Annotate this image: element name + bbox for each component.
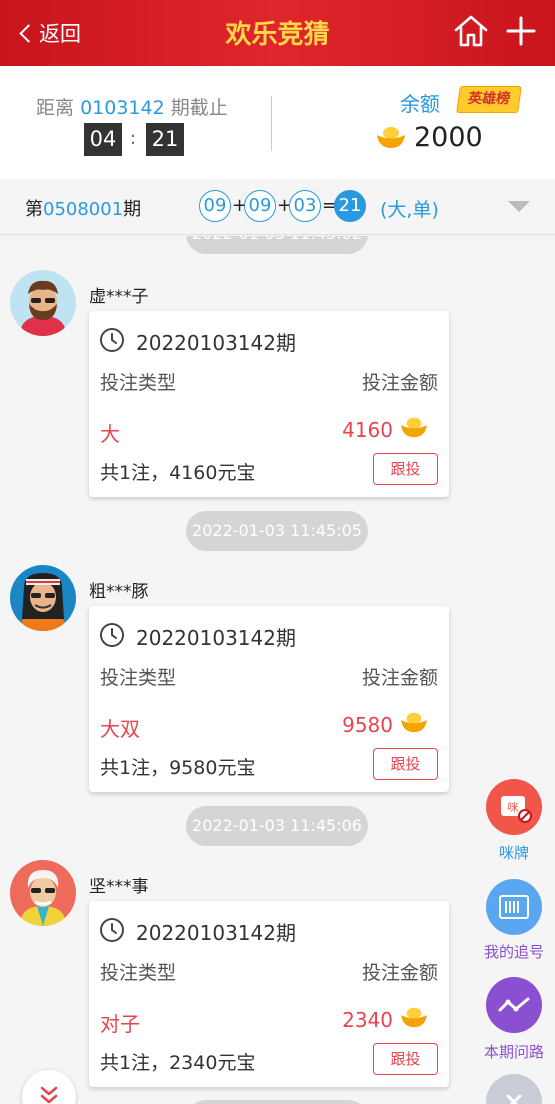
avatar[interactable]: [10, 270, 76, 336]
bet-amount: 4160: [342, 418, 393, 442]
period-prefix: 第: [25, 199, 43, 220]
result-sum-ball: 21: [334, 190, 366, 222]
bet-type-header: 投注类型: [100, 667, 177, 689]
my-tracking-label[interactable]: 我的追号: [474, 941, 554, 962]
follow-bet-button[interactable]: 跟投: [373, 453, 438, 485]
bet-type: 对子: [100, 1012, 140, 1036]
follow-bet-button[interactable]: 跟投: [373, 1043, 438, 1075]
bet-issue: 20220103142期: [136, 331, 296, 355]
bet-type: 大双: [100, 717, 140, 741]
timestamp-pill: 2022-01-03 11:45:06: [186, 806, 368, 846]
clock-icon: [100, 328, 124, 352]
trend-icon: [498, 997, 530, 1012]
ingot-icon: [377, 127, 405, 148]
back-button[interactable]: 返回: [16, 16, 81, 50]
ticket-icon: [499, 895, 529, 919]
avatar[interactable]: [10, 565, 76, 631]
chevron-left-icon: [19, 23, 38, 43]
ingot-icon: [401, 712, 427, 733]
card-icon: 咪: [501, 796, 532, 823]
bet-amount: 9580: [342, 713, 393, 737]
bet-summary: 共1注，2340元宝: [100, 1052, 256, 1074]
bet-amount-header: 投注金额: [361, 667, 438, 689]
triangle-down-icon[interactable]: [508, 201, 530, 212]
countdown-minutes: 04: [84, 123, 122, 156]
double-chevron-down-icon: [40, 1086, 58, 1104]
clock-icon: [100, 623, 124, 647]
divider: [271, 96, 272, 151]
close-icon: [506, 1094, 522, 1104]
info-panel: 距离 0103142 期截止 04 : 21 余额 英雄榜 2000: [0, 66, 555, 179]
avatar[interactable]: [10, 860, 76, 926]
follow-bet-button[interactable]: 跟投: [373, 748, 438, 780]
bet-issue: 20220103142期: [136, 921, 296, 945]
home-icon[interactable]: [453, 13, 489, 49]
username: 粗***豚: [89, 582, 149, 602]
last-period-bar[interactable]: 第0508001期 09 + 09 + 03 = 21 (大,单): [0, 179, 555, 235]
mipai-button[interactable]: 咪: [486, 779, 542, 835]
chat-feed[interactable]: 2022-01-03 11:45:02 虚***子 20220103142期 投…: [0, 236, 555, 1104]
my-tracking-button[interactable]: [486, 879, 542, 935]
close-floating-button[interactable]: [486, 1074, 542, 1104]
bet-issue: 20220103142期: [136, 626, 296, 650]
username: 坚***事: [89, 877, 149, 897]
ingot-icon: [401, 417, 427, 438]
bet-card: 20220103142期 投注类型 投注金额 大 4160 共1注，4160元宝…: [89, 311, 449, 497]
deadline-issue: 0103142: [80, 97, 165, 119]
bet-card: 20220103142期 投注类型 投注金额 大双 9580 共1注，9580元…: [89, 606, 449, 792]
bet-type-header: 投注类型: [100, 372, 177, 394]
deadline-text: 距离 0103142 期截止: [36, 93, 228, 120]
countdown-seconds: 21: [146, 123, 184, 156]
result-ball: 03: [289, 190, 321, 222]
bet-type-header: 投注类型: [100, 962, 177, 984]
bet-amount-header: 投注金额: [361, 372, 438, 394]
timestamp-pill: [186, 1100, 368, 1104]
scroll-down-button[interactable]: [22, 1070, 76, 1104]
this-issue-button[interactable]: [486, 977, 542, 1033]
result-ball: 09: [199, 190, 231, 222]
deadline-prefix: 距离: [36, 97, 75, 119]
timestamp-pill: 2022-01-03 11:45:02: [186, 236, 368, 254]
username: 虚***子: [89, 287, 149, 307]
period-issue: 0508001: [43, 199, 124, 220]
clock-icon: [100, 918, 124, 942]
balance-label: 余额: [400, 92, 440, 116]
timestamp-pill: 2022-01-03 11:45:05: [186, 511, 368, 551]
this-issue-label[interactable]: 本期问路: [474, 1041, 554, 1062]
hero-board-button[interactable]: 英雄榜: [456, 86, 522, 113]
svg-text:咪: 咪: [508, 801, 519, 814]
plus-icon[interactable]: [503, 13, 539, 49]
mipai-label[interactable]: 咪牌: [474, 842, 554, 863]
bet-amount-header: 投注金额: [361, 962, 438, 984]
period-label: 第0508001期: [25, 195, 141, 221]
countdown-colon: :: [130, 128, 137, 149]
result-ball: 09: [244, 190, 276, 222]
deadline-suffix: 期截止: [170, 97, 228, 119]
ingot-icon: [401, 1007, 427, 1028]
bet-card: 20220103142期 投注类型 投注金额 对子 2340 共1注，2340元…: [89, 901, 449, 1087]
bet-summary: 共1注，4160元宝: [100, 462, 256, 484]
bet-type: 大: [100, 422, 120, 446]
back-label: 返回: [39, 22, 81, 46]
bet-amount: 2340: [342, 1008, 393, 1032]
period-suffix: 期: [123, 199, 142, 220]
bet-summary: 共1注，9580元宝: [100, 757, 256, 779]
balance-value: 2000: [414, 122, 483, 153]
app-header: 返回 欢乐竞猜: [0, 0, 555, 66]
period-result: (大,单): [380, 199, 439, 221]
